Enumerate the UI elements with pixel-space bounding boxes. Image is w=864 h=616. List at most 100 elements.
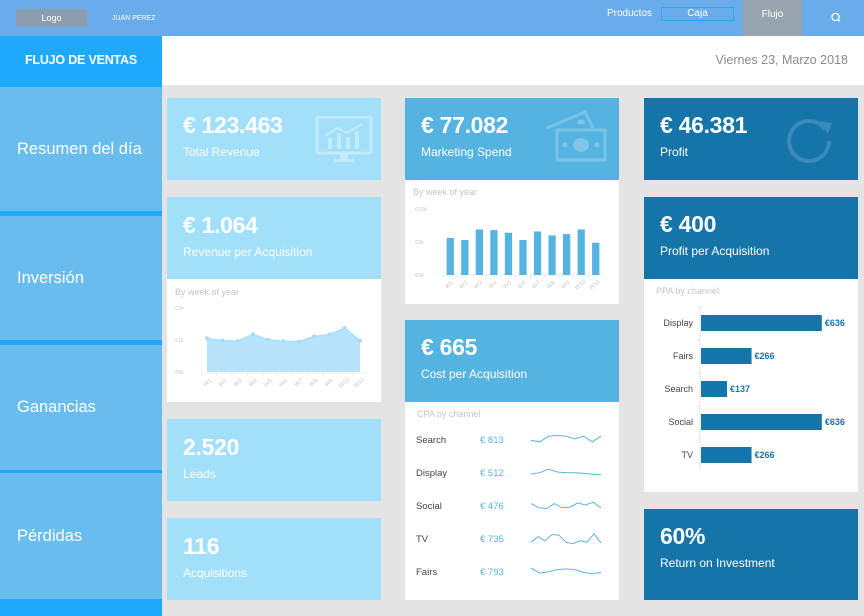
sparkline-path — [530, 501, 602, 510]
x-tick-label: W7 — [294, 378, 305, 389]
current-date: Viernes 23, Marzo 2018 — [715, 53, 849, 67]
x-tick-label: W11 — [353, 377, 366, 390]
x-tick-label: W7 — [532, 280, 543, 291]
nav-caja[interactable]: Caja — [661, 7, 734, 21]
x-tick-label: W10 — [574, 279, 588, 292]
sidebar-item-ganancias[interactable]: Ganancias — [0, 345, 162, 470]
sidebar: Resumen del día Inversión Ganancias Pérd… — [0, 85, 162, 616]
user-name[interactable]: JUAN PEREZ — [112, 15, 156, 22]
profit-per-acquisition-card[interactable]: € 400 Profit per Acquisition — [644, 197, 858, 279]
x-tick-label: W6 — [278, 378, 289, 389]
cpa-channel-name: Search — [416, 435, 447, 446]
sparkline — [530, 468, 602, 476]
data-point — [205, 336, 209, 341]
revenue-area-chart: €0k €1k €2k W1 W2 W3 W4 W5 W6 W7 W8 W9 W10 W11 — [175, 306, 368, 390]
cpa-row: Fairs € 793 — [416, 567, 616, 581]
cost-per-acquisition-value: € 665 — [421, 334, 478, 360]
area-fill — [207, 327, 360, 372]
cpa-row: Search € 813 — [416, 434, 616, 449]
data-label: €636 — [825, 318, 845, 328]
category-label: Search — [664, 384, 693, 394]
bar — [592, 242, 600, 275]
total-revenue-card[interactable]: € 123.463 Total Revenue — [167, 98, 381, 180]
ppa-horizontal-bar-chart: Display €636 Fairs €266 Search €137 Social €636… — [663, 306, 845, 471]
bar — [701, 348, 752, 364]
roi-card[interactable]: 60% Return on Investment — [644, 509, 858, 600]
sparkline — [530, 434, 602, 443]
bar — [701, 447, 752, 463]
profit-label: Profit — [660, 145, 689, 159]
bar — [446, 238, 454, 275]
data-label: €137 — [730, 384, 750, 394]
y-tick-label: €1k — [175, 338, 184, 344]
bar — [519, 240, 527, 275]
x-tick-label: W9 — [324, 378, 335, 389]
data-label: €266 — [755, 351, 775, 361]
data-point — [296, 339, 301, 344]
data-point — [342, 325, 347, 330]
y-tick-label: €5k — [415, 240, 424, 246]
sidebar-item-inversion[interactable]: Inversión — [0, 216, 162, 340]
category-label: Fairs — [673, 351, 693, 361]
nav-flujo[interactable]: Flujo — [743, 0, 802, 36]
cpa-channel-name: TV — [416, 534, 429, 545]
data-point — [235, 338, 240, 343]
sparkline-path — [530, 567, 602, 575]
x-tick-label: W3 — [233, 378, 244, 389]
revenue-per-acquisition-label: Revenue per Acquisition — [183, 245, 313, 259]
x-tick-label: W9 — [561, 280, 572, 291]
acquisitions-label: Acquisitions — [183, 566, 248, 580]
revenue-per-acquisition-card[interactable]: € 1.064 Revenue per Acquisition — [167, 197, 381, 279]
search-button[interactable] — [826, 9, 846, 27]
profit-card[interactable]: € 46.381 Profit — [644, 98, 858, 180]
category-label: Social — [668, 417, 693, 427]
nav-productos[interactable]: Productos — [607, 8, 652, 19]
bar — [701, 315, 822, 331]
y-tick-label: €0k — [415, 273, 424, 279]
monitor-chart-icon — [315, 116, 373, 162]
leads-value: 2.520 — [183, 434, 240, 460]
top-bar: Logo JUAN PEREZ Productos Caja Flujo — [0, 0, 864, 36]
sparkline — [530, 501, 602, 510]
total-revenue-value: € 123.463 — [183, 112, 283, 138]
cpa-channel-name: Fairs — [416, 567, 438, 578]
marketing-spend-value: € 77.082 — [421, 112, 509, 138]
page-header: Viernes 23, Marzo 2018 — [162, 36, 864, 85]
category-label: Display — [663, 318, 693, 328]
sparkline-path — [530, 434, 602, 443]
revenue-chart-panel: By week of year €0k €1k €2k W1 W2 W3 W4 W5 W6 W7 W… — [167, 279, 381, 402]
acquisitions-card[interactable]: 116 Acquisitions — [167, 518, 381, 600]
total-revenue-label: Total Revenue — [183, 145, 260, 159]
sidebar-item-label: Ganancias — [17, 398, 96, 416]
sparkline — [530, 567, 602, 575]
cost-per-acquisition-card[interactable]: € 665 Cost per Acquisition — [405, 320, 619, 402]
y-tick-label: €0k — [175, 370, 184, 376]
data-point — [281, 339, 286, 344]
x-tick-label: W1 — [444, 280, 455, 291]
cpa-channel-value: € 813 — [480, 435, 504, 446]
revenue-per-acquisition-value: € 1.064 — [183, 212, 258, 238]
data-point — [312, 334, 317, 339]
cpa-row: Display € 512 — [416, 468, 616, 482]
logo-button[interactable]: Logo — [16, 9, 87, 27]
x-tick-label: W1 — [203, 378, 214, 389]
brand-title: FLUJO DE VENTAS — [0, 36, 162, 85]
marketing-spend-card[interactable]: € 77.082 Marketing Spend — [405, 98, 619, 180]
acquisitions-value: 116 — [183, 533, 220, 559]
cost-per-acquisition-label: Cost per Acquisition — [421, 367, 528, 381]
x-tick-label: W2 — [459, 280, 470, 291]
sparkline-path — [530, 533, 602, 545]
x-tick-label: W4 — [488, 280, 499, 291]
bar — [701, 381, 728, 397]
cpa-channel-value: € 476 — [480, 501, 504, 512]
sidebar-item-resumen[interactable]: Resumen del día — [0, 87, 162, 211]
data-point — [250, 332, 255, 337]
sidebar-item-label: Inversión — [17, 268, 84, 287]
leads-card[interactable]: 2.520 Leads — [167, 419, 381, 501]
bar — [504, 232, 513, 275]
ppa-chart-panel: PPA by channel Display €636 Fairs €266 Searc… — [644, 279, 858, 492]
marketing-chart-panel: By week of year €0k €5k €10k W1 W2 W3 W4 W5 W6 W7… — [405, 180, 619, 304]
bar — [701, 414, 822, 430]
x-tick-label: W3 — [473, 280, 484, 291]
sidebar-item-perdidas[interactable]: Pérdidas — [0, 473, 162, 599]
